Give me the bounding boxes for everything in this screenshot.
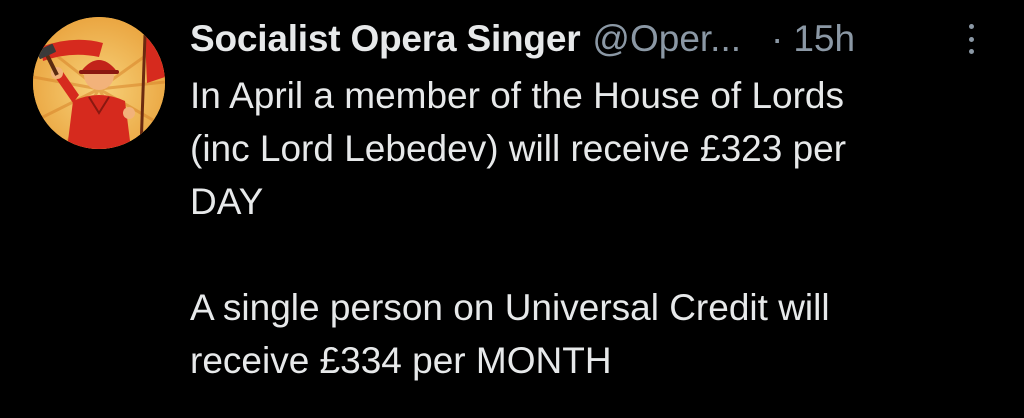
tweet-paragraph: In April a member of the House of Lords …	[190, 75, 847, 222]
display-name[interactable]: Socialist Opera Singer	[190, 18, 581, 60]
user-handle[interactable]: @Oper...	[592, 18, 741, 60]
avatar[interactable]	[33, 17, 165, 149]
more-options-icon[interactable]	[960, 24, 982, 54]
tweet-header: Socialist Opera Singer @Oper... · 15h	[190, 14, 990, 64]
separator-dot: ·	[771, 18, 784, 59]
worker-avatar-icon	[33, 17, 165, 149]
tweet[interactable]: Socialist Opera Singer @Oper... · 15h In…	[0, 0, 1024, 418]
dot	[968, 49, 974, 54]
dot	[968, 36, 974, 42]
tweet-text: In April a member of the House of Lords …	[190, 69, 1010, 387]
timestamp[interactable]: 15h	[793, 18, 855, 60]
tweet-paragraph: A single person on Universal Credit will…	[190, 287, 830, 381]
dot	[968, 24, 974, 29]
